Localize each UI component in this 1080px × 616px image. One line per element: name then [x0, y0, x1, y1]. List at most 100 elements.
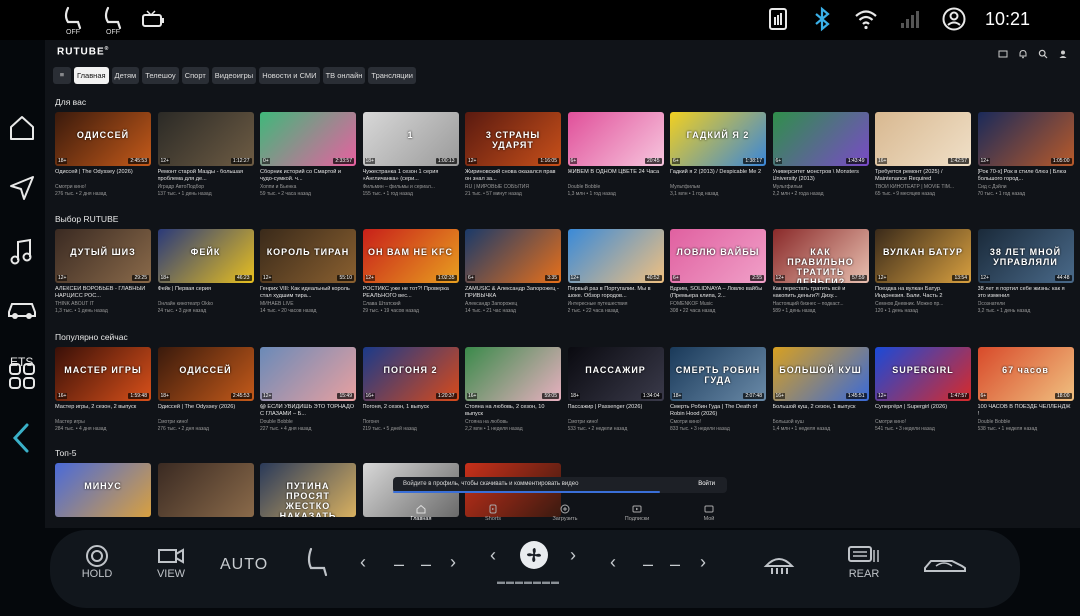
- video-thumbnail[interactable]: СМЕРТЬ РОБИН ГУДА 18+ 2:07:48: [670, 347, 766, 401]
- channel-name[interactable]: ТВОЙ КИНОТЕАТР | MOVIE TIM...: [875, 184, 971, 190]
- rear-defrost-button[interactable]: REAR: [842, 544, 886, 580]
- video-thumbnail[interactable]: ЛОВЛЮ ВАЙБЫ 6+ 2:55: [670, 229, 766, 283]
- video-thumbnail[interactable]: ДУТЫЙ ШИЗ 12+ 29:25: [55, 229, 151, 283]
- seat-heat-left-icon[interactable]: OFF: [58, 6, 88, 36]
- video-card[interactable]: 12+ 1:12:27 Ремонт старой Мазды - большая …: [157, 112, 254, 197]
- front-defrost-button[interactable]: [762, 548, 796, 576]
- video-thumbnail[interactable]: ОН ВАМ НЕ KFC 12+ 1:02:35: [362, 229, 459, 283]
- video-thumbnail[interactable]: 6+ 1:43:49: [772, 112, 869, 166]
- channel-name[interactable]: Сид с Дэйли: [978, 184, 1074, 190]
- video-thumbnail[interactable]: МИНУС: [55, 463, 151, 517]
- channel-name[interactable]: Интересные путешествия: [568, 301, 664, 307]
- video-card[interactable]: ФЕЙК 18+ 46:23 Фейк | Первая серия Онлайн ки…: [157, 229, 254, 314]
- video-card[interactable]: 16+ 1:42:57 Требуется ремонт (2025) / Main…: [875, 112, 971, 197]
- video-title[interactable]: Жириновский снова оказался прав он знал …: [465, 169, 561, 183]
- video-card[interactable]: 1 18+ 1:00:13 Чужестранка 1 сезон 1 серия «…: [362, 112, 459, 197]
- channel-name[interactable]: Смотри кино!: [568, 419, 664, 425]
- video-thumbnail[interactable]: 38 ЛЕТ МНОЙ УПРАВЛЯЛИ 12+ 44:48: [977, 229, 1074, 283]
- video-thumbnail[interactable]: 12+ 1:12:27: [157, 112, 254, 166]
- video-thumbnail[interactable]: 1 18+ 1:00:13: [362, 112, 459, 166]
- channel-name[interactable]: Погоня: [363, 419, 459, 425]
- video-title[interactable]: ZAMUSIC & Александр Запорожец - ПРИВЫЧКА: [465, 286, 561, 300]
- tab-category[interactable]: Спорт: [181, 67, 209, 84]
- left-temp-down-button[interactable]: ‹: [360, 552, 366, 573]
- bottom-nav-item[interactable]: Главная: [391, 504, 451, 528]
- video-thumbnail[interactable]: КОРОЛЬ ТИРАН 12+ 55:10: [260, 229, 356, 283]
- channel-name[interactable]: Большой куш: [773, 419, 869, 425]
- video-title[interactable]: Вдрим, SOLIDNAYA – Ловлю вайбы (Премьера…: [670, 286, 766, 300]
- video-thumbnail[interactable]: [157, 463, 254, 517]
- video-card[interactable]: ОДИССЕЙ 18+ 2:45:53 Одиссей | The Odyssey (…: [157, 347, 254, 432]
- home-icon[interactable]: [6, 112, 38, 144]
- video-thumbnail[interactable]: ПУТИНА ПРОСЯТ ЖЕСТКО НАКАЗАТЬ НАТО: [260, 463, 356, 517]
- channel-name[interactable]: МИНАЕВ LIVE: [260, 301, 356, 307]
- channel-name[interactable]: Мультфильм: [773, 184, 869, 190]
- video-title[interactable]: Генрих VIII: Как идеальный король стал х…: [260, 286, 356, 300]
- channel-name[interactable]: Стояна на любовь: [465, 419, 561, 425]
- video-card[interactable]: КАК ПРАВИЛЬНО ТРАТИТЬ ДЕНЬГИ? 12+ 57:59 Как…: [772, 229, 869, 314]
- video-card[interactable]: 6+ 3:35 ZAMUSIC & Александр Запорожец - ПР…: [465, 229, 561, 314]
- video-title[interactable]: Университет монстров \ Monsters Universi…: [773, 169, 869, 183]
- video-thumbnail[interactable]: ВУЛКАН БАТУР 12+ 13:54: [875, 229, 971, 283]
- video-title[interactable]: Смерть Робин Гуда | The Death of Robin H…: [670, 404, 766, 418]
- video-card[interactable]: ПАССАЖИР 18+ 1:34:04 Пассажир | Passenger (…: [567, 347, 664, 432]
- video-title[interactable]: Одиссей | The Odyssey (2026): [158, 404, 254, 418]
- video-thumbnail[interactable]: 16+ 59:05: [465, 347, 561, 401]
- tab-category[interactable]: Детям: [111, 67, 140, 84]
- video-title[interactable]: Гадкий я 2 (2013) / Despicable Me 2: [670, 169, 766, 183]
- video-thumbnail[interactable]: ГАДКИЙ Я 2 6+ 1:38:17: [670, 112, 766, 166]
- tab-category[interactable]: Новости и СМИ: [259, 67, 320, 84]
- channel-name[interactable]: RU | МИРОВЫЕ СОБЫТИЯ: [465, 184, 561, 190]
- video-title[interactable]: [Рок 70-х] Рок в стиле блюз | Блюз больш…: [978, 169, 1074, 183]
- bluetooth-icon[interactable]: [809, 6, 835, 32]
- channel-name[interactable]: Осознатели: [978, 301, 1074, 307]
- video-thumbnail[interactable]: ПАССАЖИР 18+ 1:34:04: [567, 347, 664, 401]
- channel-name[interactable]: Иградр АвтоПодбор: [158, 184, 254, 190]
- video-thumbnail[interactable]: 3 СТРАНЫ УДАРЯТ 12+ 1:16:05: [465, 112, 561, 166]
- video-card[interactable]: ВУЛКАН БАТУР 12+ 13:54 Поездка на вулкан Ба…: [875, 229, 971, 314]
- video-card[interactable]: 38 ЛЕТ МНОЙ УПРАВЛЯЛИ 12+ 44:48 38 лет я по…: [977, 229, 1074, 314]
- video-thumbnail[interactable]: 12+ 1:05:00: [977, 112, 1074, 166]
- video-card[interactable]: [157, 463, 254, 517]
- video-thumbnail[interactable]: 6+ 3:35: [465, 229, 561, 283]
- channel-name[interactable]: Слава Штатский: [363, 301, 459, 307]
- video-title[interactable]: Поездка на вулкан Батур. Индонезия. Бали…: [875, 286, 971, 300]
- video-title[interactable]: РОСТИКС уже не тот?! Проверка РЕАЛЬНОГО …: [363, 286, 459, 300]
- channel-name[interactable]: Хоппи и Бьенка: [260, 184, 356, 190]
- video-title[interactable]: Как перестать тратить всё и накопить ден…: [773, 286, 869, 300]
- music-icon[interactable]: [6, 236, 38, 268]
- video-card[interactable]: ОН ВАМ НЕ KFC 12+ 1:02:35 РОСТИКС уже не то…: [362, 229, 459, 314]
- section-title[interactable]: Для вас: [55, 97, 86, 107]
- tab-category[interactable]: ТВ онлайн: [322, 67, 366, 84]
- video-title[interactable]: Требуется ремонт (2025) / Maintenance Re…: [875, 169, 971, 183]
- tab-category[interactable]: Трансляции: [368, 67, 416, 84]
- apps-grid-icon[interactable]: [6, 360, 38, 392]
- video-thumbnail[interactable]: 12+ 15:49: [260, 347, 356, 401]
- channel-name[interactable]: Смотри кино!: [158, 419, 254, 425]
- channel-name[interactable]: Смотри кино!: [875, 419, 971, 425]
- video-card[interactable]: 3 СТРАНЫ УДАРЯТ 12+ 1:16:05 Жириновский сно…: [465, 112, 561, 197]
- seat-heat-right-icon[interactable]: OFF: [98, 6, 128, 36]
- video-title[interactable]: Чужестранка 1 сезон 1 серия «Англичанка»…: [363, 169, 459, 183]
- video-card[interactable]: МИНУС: [55, 463, 151, 517]
- channel-name[interactable]: Double Bobble: [978, 419, 1074, 425]
- section-title[interactable]: Выбор RUTUBE: [55, 214, 118, 224]
- video-title[interactable]: Большой куш, 2 сезон, 1 выпуск: [773, 404, 869, 418]
- video-card[interactable]: ЛОВЛЮ ВАЙБЫ 6+ 2:55 Вдрим, SOLIDNAYA – Ловл…: [670, 229, 766, 314]
- video-title[interactable]: Супергёрл | Supergirl (2026): [875, 404, 971, 418]
- video-card[interactable]: 67 часов 6+ 18:00 100 ЧАСОВ В ПОЕЗДЕ ЧЕЛЛЕН…: [977, 347, 1074, 432]
- channel-name[interactable]: Мультфильм: [670, 184, 766, 190]
- auto-button[interactable]: AUTO: [220, 556, 268, 574]
- video-title[interactable]: 😱 ЕСЛИ УВИДИШЬ ЭТО ТОРНАДО С ГЛАЗАМИ – Б…: [260, 404, 356, 418]
- video-thumbnail[interactable]: БОЛЬШОЙ КУШ 16+ 1:45:51: [772, 347, 869, 401]
- video-thumbnail[interactable]: 16+ 1:42:57: [875, 112, 971, 166]
- video-card[interactable]: ГАДКИЙ Я 2 6+ 1:38:17 Гадкий я 2 (2013) / D…: [670, 112, 766, 197]
- video-card[interactable]: 16+ 59:05 Стояна на любовь, 2 сезон, 10 вы…: [465, 347, 561, 432]
- navigation-icon[interactable]: [6, 172, 38, 204]
- tab-category[interactable]: Телешоу: [142, 67, 179, 84]
- tab-category[interactable]: Видеоигры: [211, 67, 257, 84]
- seat-heater-button[interactable]: [302, 546, 332, 578]
- account-icon[interactable]: [1058, 46, 1068, 58]
- video-thumbnail[interactable]: ОДИССЕЙ 18+ 2:45:53: [55, 112, 151, 166]
- channel-name[interactable]: THINK ABOUT IT: [55, 301, 151, 307]
